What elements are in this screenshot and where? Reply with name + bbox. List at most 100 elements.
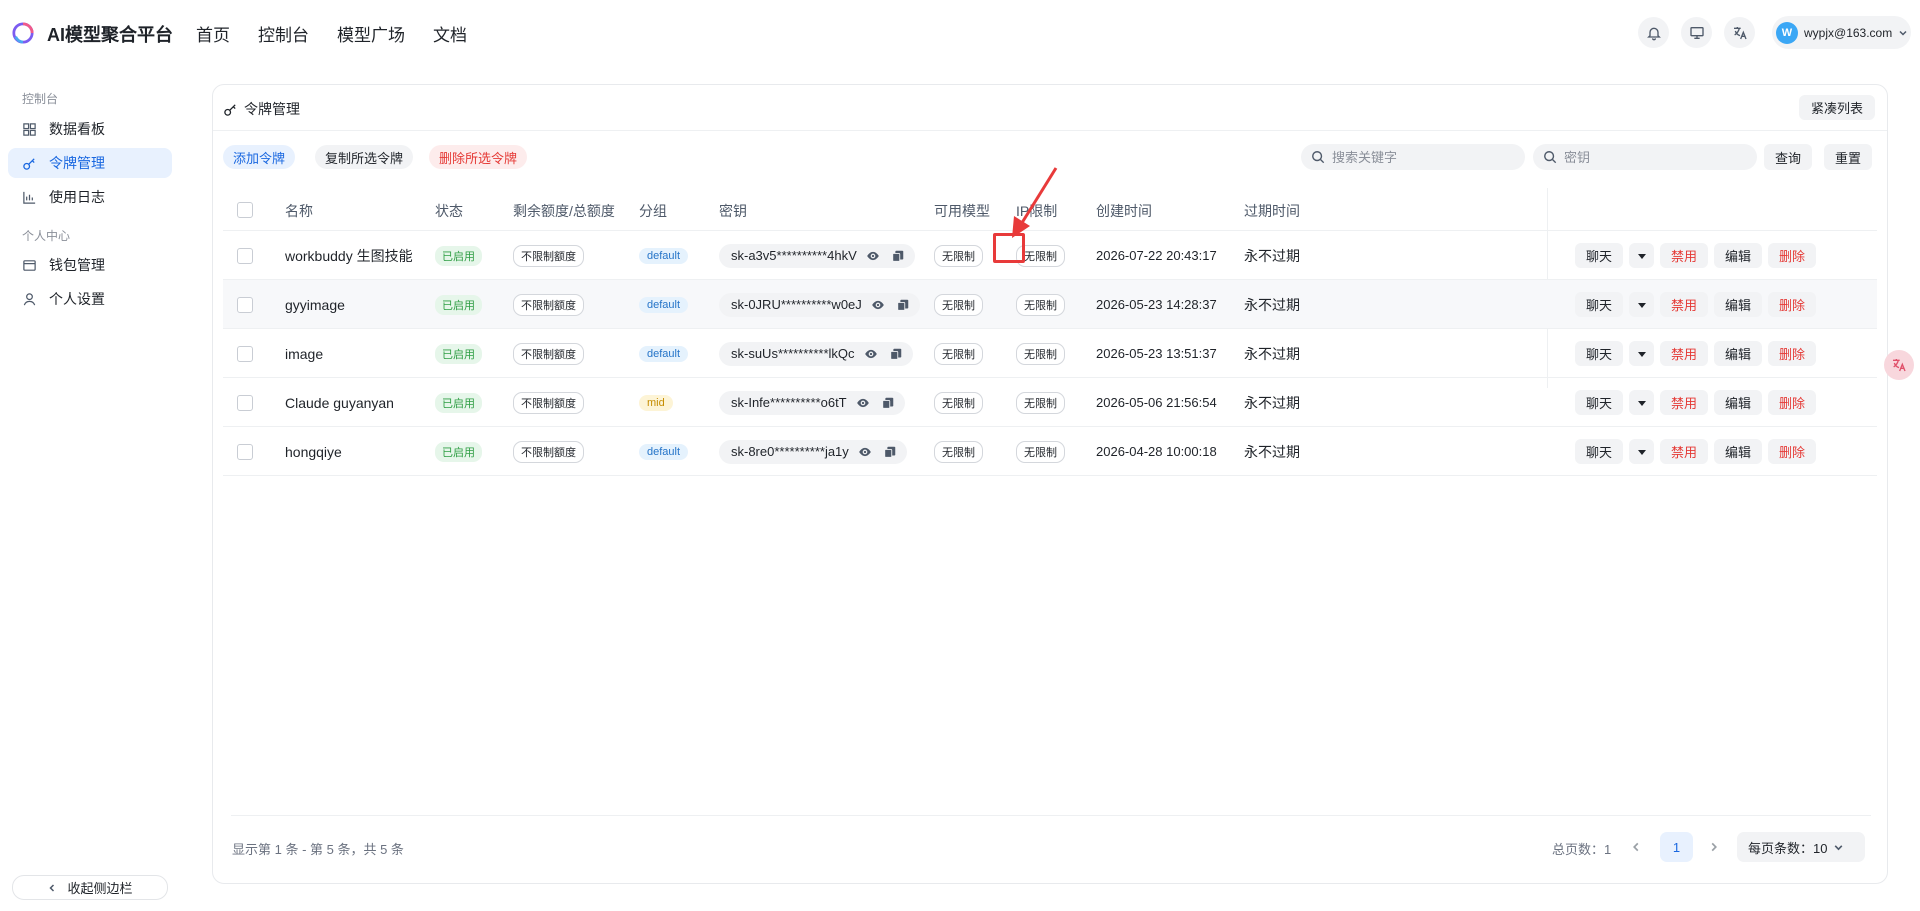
disable-button[interactable]: 禁用 — [1660, 292, 1709, 317]
copy-icon[interactable] — [887, 345, 905, 363]
sidebar-item-settings[interactable]: 个人设置 — [8, 284, 172, 314]
eye-icon — [871, 300, 884, 309]
delete-button[interactable]: 删除 — [1768, 390, 1817, 415]
row-checkbox[interactable] — [237, 394, 253, 411]
edit-button[interactable]: 编辑 — [1714, 243, 1763, 268]
table-row[interactable]: image 已启用 不限制额度 default sk-suUs**********lkQ… — [223, 329, 1877, 378]
key-chip: sk-a3v5**********4hkV — [719, 243, 915, 268]
chat-dropdown-button[interactable] — [1629, 292, 1655, 317]
table-row[interactable]: gyyimage 已启用 不限制额度 default sk-0JRU**********… — [223, 280, 1877, 329]
table-row[interactable]: Claude guyanyan 已启用 不限制额度 mid sk-Infe*******… — [223, 378, 1877, 427]
bell-icon — [1646, 27, 1661, 40]
created-time: 2026-05-23 14:28:37 — [1096, 297, 1217, 312]
chat-button[interactable]: 聊天 — [1575, 243, 1624, 268]
key-chip: sk-8re0**********ja1y — [719, 439, 907, 464]
reset-button[interactable]: 重置 — [1824, 144, 1873, 170]
pagination-page-1[interactable]: 1 — [1660, 832, 1693, 862]
key-search-box — [1533, 144, 1757, 170]
chat-button[interactable]: 聊天 — [1575, 341, 1624, 366]
copy-icon[interactable] — [881, 443, 899, 461]
theme-button[interactable] — [1681, 17, 1712, 48]
chat-button[interactable]: 聊天 — [1575, 292, 1624, 317]
sidebar-item-label: 数据看板 — [49, 121, 105, 137]
page-size-select[interactable]: 每页条数：10 — [1737, 832, 1865, 862]
edit-button[interactable]: 编辑 — [1714, 292, 1763, 317]
key-search-input[interactable] — [1564, 149, 1734, 165]
collapse-sidebar-label: 收起侧边栏 — [67, 881, 133, 896]
table-cell: 无限制 — [934, 231, 983, 280]
edit-button[interactable]: 编辑 — [1714, 341, 1763, 366]
chat-button[interactable]: 聊天 — [1575, 390, 1624, 415]
eye-icon[interactable] — [856, 443, 874, 461]
table-cell: 无限制 — [1016, 378, 1065, 427]
sidebar-item-dashboard[interactable]: 数据看板 — [8, 114, 172, 144]
app-name[interactable]: AI模型聚合平台 — [47, 21, 173, 47]
chat-dropdown-button[interactable] — [1629, 243, 1655, 268]
table-cell: 已启用 — [435, 231, 482, 280]
disable-button[interactable]: 禁用 — [1660, 243, 1709, 268]
eye-icon[interactable] — [854, 394, 872, 412]
table-row[interactable]: workbuddy 生图技能 已启用 不限制额度 default sk-a3v5****… — [223, 231, 1877, 280]
caret-down-icon — [1637, 351, 1646, 357]
chat-dropdown-button[interactable] — [1629, 341, 1655, 366]
translate-icon — [1733, 26, 1747, 39]
delete-selected-button[interactable]: 删除所选令牌 — [429, 145, 528, 169]
quota-badge: 不限制额度 — [513, 293, 584, 316]
table-cell — [237, 280, 253, 329]
key-icon — [224, 103, 236, 116]
disable-button[interactable]: 禁用 — [1660, 439, 1709, 464]
copy-icon[interactable] — [894, 296, 912, 314]
search-input[interactable] — [1332, 149, 1502, 165]
key-icon — [23, 157, 35, 170]
nav-item-console[interactable]: 控制台 — [258, 21, 309, 46]
delete-button[interactable]: 删除 — [1768, 439, 1817, 464]
row-checkbox[interactable] — [237, 296, 253, 313]
group-badge: default — [639, 443, 689, 460]
edit-button[interactable]: 编辑 — [1714, 439, 1763, 464]
select-all-checkbox[interactable] — [237, 202, 253, 218]
ip-badge: 无限制 — [1016, 244, 1065, 267]
table-cell: default — [639, 280, 689, 329]
eye-icon[interactable] — [864, 247, 882, 265]
table-cell — [237, 427, 253, 476]
nav-item-models[interactable]: 模型广场 — [337, 21, 405, 46]
user-menu[interactable]: W wypjx@163.com — [1772, 16, 1911, 49]
add-token-button[interactable]: 添加令牌 — [223, 145, 296, 169]
row-checkbox[interactable] — [237, 345, 253, 362]
delete-button[interactable]: 删除 — [1768, 292, 1817, 317]
eye-icon[interactable] — [862, 345, 880, 363]
copy-selected-button[interactable]: 复制所选令牌 — [315, 145, 414, 169]
edit-button[interactable]: 编辑 — [1714, 390, 1763, 415]
chevron-down-icon — [1835, 844, 1843, 850]
floating-translate-button[interactable] — [1884, 350, 1914, 380]
collapse-sidebar-button[interactable]: 收起侧边栏 — [12, 875, 168, 900]
chevron-left-icon — [49, 883, 55, 892]
pagination-next-button[interactable] — [1705, 838, 1723, 856]
table-cell: sk-Infe**********o6tT — [719, 378, 905, 427]
copy-icon[interactable] — [889, 247, 907, 265]
chat-button[interactable]: 聊天 — [1575, 439, 1624, 464]
row-checkbox[interactable] — [237, 247, 253, 264]
copy-icon[interactable] — [879, 394, 897, 412]
chat-dropdown-button[interactable] — [1629, 439, 1655, 464]
table-cell: 已启用 — [435, 378, 482, 427]
disable-button[interactable]: 禁用 — [1660, 341, 1709, 366]
query-button[interactable]: 查询 — [1764, 144, 1813, 170]
sidebar-item-wallet[interactable]: 钱包管理 — [8, 250, 172, 280]
table-row[interactable]: hongqiye 已启用 不限制额度 default sk-8re0**********… — [223, 427, 1877, 476]
nav-item-docs[interactable]: 文档 — [433, 21, 467, 46]
delete-button[interactable]: 删除 — [1768, 243, 1817, 268]
eye-icon[interactable] — [869, 296, 887, 314]
pagination-prev-button[interactable] — [1627, 838, 1645, 856]
chat-dropdown-button[interactable] — [1629, 390, 1655, 415]
sidebar-item-tokens[interactable]: 令牌管理 — [8, 148, 172, 178]
disable-button[interactable]: 禁用 — [1660, 390, 1709, 415]
language-button[interactable] — [1724, 17, 1755, 48]
nav-item-home[interactable]: 首页 — [196, 21, 230, 46]
row-checkbox[interactable] — [237, 443, 253, 460]
delete-button[interactable]: 删除 — [1768, 341, 1817, 366]
compact-list-button[interactable]: 紧凑列表 — [1798, 95, 1875, 120]
notifications-button[interactable] — [1638, 17, 1669, 48]
table-cell: 已启用 — [435, 280, 482, 329]
sidebar-item-logs[interactable]: 使用日志 — [8, 182, 172, 212]
